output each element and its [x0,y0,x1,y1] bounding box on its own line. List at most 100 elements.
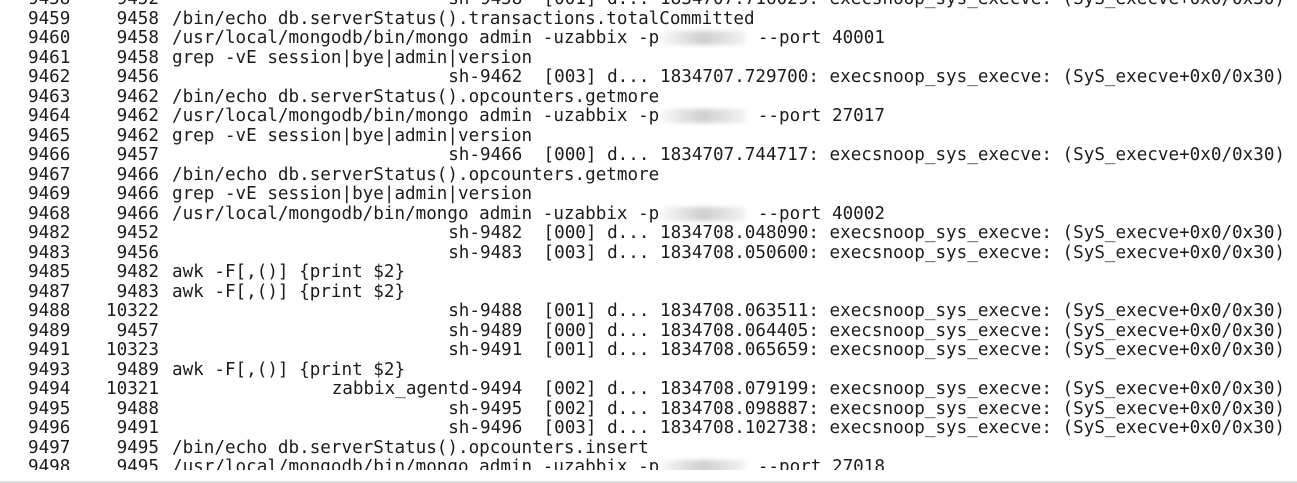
redacted-password-blur [661,206,746,221]
terminal-line: 9462 9456 sh-9462 [003] d... 1834707.72970… [0,67,1297,88]
command-text: grep -vE session|bye|admin|version [172,184,533,204]
terminal-line: 9482 9452 sh-9482 [000] d... 1834708.04809… [0,223,1297,244]
terminal-line: 9489 9457 sh-9489 [000] d... 1834708.06440… [0,320,1297,342]
ppid-cell: 9458 [116,28,159,48]
trace-text: sh-9489 [000] d... 1834708.064405: execs… [448,320,1285,341]
ppid-cell: 9457 [116,320,159,341]
pid-cell: 9494 [28,379,71,399]
pid-cell: 9493 [28,359,71,380]
redacted-password-blur [661,460,746,470]
command-prefix: /usr/local/mongodb/bin/mongo admin -uzab… [172,28,660,48]
command-text: awk -F[,()] {print $2} [172,262,406,282]
pid-cell: 9467 [28,164,71,185]
ppid-cell: 9462 [116,106,159,126]
ppid-cell: 9482 [116,262,159,282]
ppid-cell: 9452 [116,223,159,243]
command-text: awk -F[,()] {print $2} [172,281,406,302]
pid-cell: 9496 [28,418,71,438]
command-prefix: /usr/local/mongodb/bin/mongo admin -uzab… [172,203,660,224]
terminal-line: 9498 9495/usr/local/mongodb/bin/mongo adm… [0,457,1297,470]
pid-cell: 9469 [28,184,71,204]
trace-text: sh-9462 [003] d... 1834707.729700: execs… [448,67,1285,87]
ppid-cell: 9462 [116,86,159,107]
command-suffix: --port 27018 [747,457,885,470]
pid-cell: 9497 [28,437,71,458]
trace-text: zabbix_agentd-9494 [002] d... 1834708.07… [331,379,1285,399]
ppid-cell: 9466 [116,203,159,224]
pid-cell: 9483 [28,242,71,263]
pid-cell: 9498 [28,457,71,470]
redacted-command: /usr/local/mongodb/bin/mongo admin -uzab… [172,28,885,49]
ppid-cell: 10322 [106,301,159,321]
redacted-command: /usr/local/mongodb/bin/mongo admin -uzab… [172,203,885,225]
pid-cell: 9465 [28,125,71,146]
ppid-cell: 9489 [116,359,159,380]
pid-cell: 9464 [28,106,71,126]
command-text: grep -vE session|bye|admin|version [172,125,533,146]
ppid-cell: 9458 [116,8,159,29]
pid-cell: 9460 [28,28,71,48]
terminal-line: 9496 9491 sh-9496 [003] d... 1834708.10273… [0,418,1297,439]
pid-cell: 9462 [28,67,71,87]
terminal-line: 9487 9483 awk -F[,()] {print $2} [0,281,1297,303]
ppid-cell: 9456 [116,67,159,87]
pid-cell: 9482 [28,223,71,243]
redacted-command: /usr/local/mongodb/bin/mongo admin -uzab… [172,457,885,470]
ppid-cell: 9462 [116,125,159,146]
ppid-cell: 10321 [106,379,159,399]
terminal-line: 9468 9466/usr/local/mongodb/bin/mongo adm… [0,203,1297,225]
ppid-cell: 9495 [116,437,159,458]
trace-text: sh-9496 [003] d... 1834708.102738: execs… [448,418,1285,438]
pid-cell: 9488 [28,301,71,321]
ppid-cell: 9466 [116,164,159,185]
terminal-line: 9460 9458/usr/local/mongodb/bin/mongo adm… [0,28,1297,49]
ppid-cell: 9483 [116,281,159,302]
terminal-line: 9494 10321 zabbix_agentd-9494 [002] d... 1… [0,379,1297,400]
ppid-cell: 10323 [106,340,159,360]
trace-text: sh-9483 [003] d... 1834708.050600: execs… [448,242,1285,263]
terminal-line: 9497 9495/bin/echo db.serverStatus().opco… [0,437,1297,459]
redacted-password-blur [661,31,746,45]
command-text: /bin/echo db.serverStatus().transactions… [172,8,755,29]
ppid-cell: 9488 [116,398,159,419]
trace-text: sh-9488 [001] d... 1834708.063511: execs… [448,301,1285,321]
pid-cell: 9463 [28,86,71,107]
ppid-cell: 9495 [116,457,159,470]
terminal-line: 9464 9462/usr/local/mongodb/bin/mongo adm… [0,106,1297,127]
pid-cell: 9468 [28,203,71,224]
pid-cell: 9459 [28,8,71,29]
ppid-cell: 9491 [116,418,159,438]
pid-cell: 9461 [28,47,71,68]
terminal-line: 9459 9458/bin/echo db.serverStatus().tran… [0,8,1297,30]
command-text: /bin/echo db.serverStatus().opcounters.g… [172,86,660,107]
command-text: /bin/echo db.serverStatus().opcounters.i… [172,437,649,458]
terminal-line: 9463 9462/bin/echo db.serverStatus().opco… [0,86,1297,108]
terminal-line: 9466 9457 sh-9466 [000] d... 1834707.74471… [0,145,1297,166]
ppid-cell: 9458 [116,47,159,68]
trace-text: sh-9495 [002] d... 1834708.098887: execs… [448,398,1285,419]
trace-text: sh-9491 [001] d... 1834708.065659: execs… [448,340,1285,360]
command-text: /bin/echo db.serverStatus().opcounters.g… [172,164,660,185]
terminal-line: 9491 10323 sh-9491 [001] d... 1834708.0656… [0,340,1297,361]
terminal-line: 9495 9488 sh-9495 [002] d... 1834708.09888… [0,398,1297,420]
pid-cell: 9489 [28,320,71,341]
redacted-password-blur [661,109,746,123]
pid-cell: 9487 [28,281,71,302]
ppid-cell: 9456 [116,242,159,263]
ppid-cell: 9466 [116,184,159,204]
terminal-line: 9485 9482 awk -F[,()] {print $2} [0,262,1297,283]
terminal-line: 9483 9456 sh-9483 [003] d... 1834708.05060… [0,242,1297,264]
terminal-line: 9467 9466/bin/echo db.serverStatus().opco… [0,164,1297,186]
command-suffix: --port 27017 [747,106,885,126]
trace-text: sh-9466 [000] d... 1834707.744717: execs… [448,145,1285,165]
pid-cell: 9491 [28,340,71,360]
command-suffix: --port 40001 [747,28,885,48]
terminal-line: 9493 9489 awk -F[,()] {print $2} [0,359,1297,381]
command-text: grep -vE session|bye|admin|version [172,47,533,68]
command-suffix: --port 40002 [747,203,885,224]
terminal-output: 94589452sh-9458 [001] d... 1834707.71602… [0,0,1297,470]
command-prefix: /usr/local/mongodb/bin/mongo admin -uzab… [172,106,660,126]
terminal-line: 9488 10322 sh-9488 [001] d... 1834708.0635… [0,301,1297,322]
terminal-line: 9469 9466 grep -vE session|bye|admin|versi… [0,184,1297,205]
trace-text: sh-9482 [000] d... 1834708.048090: execs… [448,223,1285,243]
